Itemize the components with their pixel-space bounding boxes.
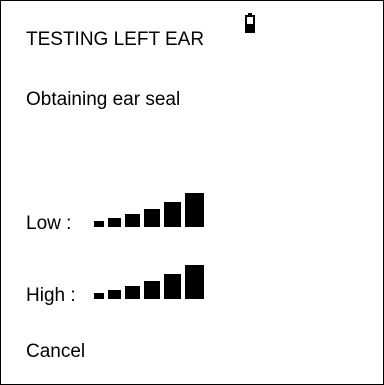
low-bar-4	[144, 209, 160, 227]
high-label: High :	[26, 285, 76, 306]
high-bar-5	[164, 274, 181, 299]
high-bar-6	[185, 265, 204, 299]
high-bar-4	[144, 281, 160, 299]
low-bar-3	[125, 214, 140, 227]
low-signal-level-icon	[94, 187, 219, 227]
high-signal-level-icon	[94, 259, 219, 299]
high-bar-3	[125, 286, 140, 299]
low-bar-2	[108, 218, 121, 227]
low-bar-6	[185, 193, 204, 227]
battery-fill	[247, 24, 253, 31]
battery-icon	[245, 13, 255, 33]
cancel-button[interactable]: Cancel	[26, 341, 85, 363]
status-message: Obtaining ear seal	[26, 89, 181, 110]
low-label: Low :	[26, 213, 72, 234]
high-bar-1	[94, 293, 104, 299]
low-bar-1	[94, 221, 104, 227]
low-bar-5	[164, 202, 181, 227]
ear-test-screen: TESTING LEFT EAR Obtaining ear seal Low …	[0, 0, 384, 385]
test-title: TESTING LEFT EAR	[26, 29, 205, 50]
high-bar-2	[108, 290, 121, 299]
